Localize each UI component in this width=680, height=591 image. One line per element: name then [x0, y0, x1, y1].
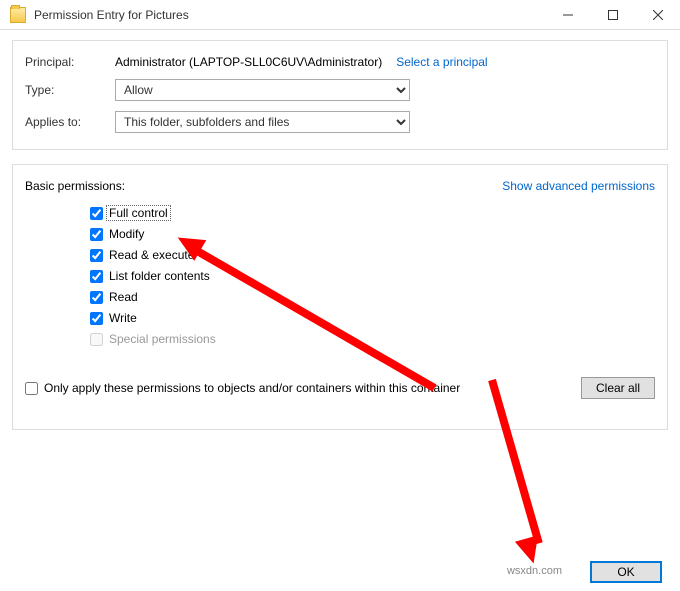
perm-read-execute-label: Read & execute	[109, 248, 194, 262]
applies-select[interactable]: This folder, subfolders and files	[115, 111, 410, 133]
principal-row: Principal: Administrator (LAPTOP-SLL0C6U…	[25, 55, 655, 69]
only-apply-label: Only apply these permissions to objects …	[44, 381, 460, 395]
perm-special-label: Special permissions	[109, 332, 216, 346]
permissions-panel: Basic permissions: Show advanced permiss…	[12, 164, 668, 430]
perm-list-folder-label: List folder contents	[109, 269, 210, 283]
perm-modify: Modify	[90, 224, 655, 244]
perm-read-execute-checkbox[interactable]	[90, 249, 103, 262]
only-apply-checkbox[interactable]	[25, 382, 38, 395]
perm-read-execute: Read & execute	[90, 245, 655, 265]
type-label: Type:	[25, 83, 115, 97]
basic-permissions-heading: Basic permissions:	[25, 179, 125, 193]
title-bar: Permission Entry for Pictures	[0, 0, 680, 30]
window-title: Permission Entry for Pictures	[34, 8, 545, 22]
perm-read: Read	[90, 287, 655, 307]
perm-read-checkbox[interactable]	[90, 291, 103, 304]
perm-full-control-label: Full control	[106, 205, 171, 221]
perm-full-control: Full control	[90, 203, 655, 223]
perm-full-control-checkbox[interactable]	[90, 207, 103, 220]
permissions-list: Full control Modify Read & execute List …	[90, 203, 655, 349]
perm-write-label: Write	[109, 311, 137, 325]
principal-label: Principal:	[25, 55, 115, 69]
close-button[interactable]	[635, 0, 680, 30]
maximize-button[interactable]	[590, 0, 635, 30]
perm-write-checkbox[interactable]	[90, 312, 103, 325]
ok-button[interactable]: OK	[590, 561, 662, 583]
applies-label: Applies to:	[25, 115, 115, 129]
dialog-footer: wsxdn.com OK	[590, 561, 662, 583]
perm-list-folder: List folder contents	[90, 266, 655, 286]
applies-row: Applies to: This folder, subfolders and …	[25, 111, 655, 133]
clear-all-button[interactable]: Clear all	[581, 377, 655, 399]
perm-special: Special permissions	[90, 329, 655, 349]
perm-special-checkbox	[90, 333, 103, 346]
perm-modify-label: Modify	[109, 227, 144, 241]
type-select[interactable]: Allow	[115, 79, 410, 101]
watermark-text: wsxdn.com	[507, 565, 562, 577]
type-row: Type: Allow	[25, 79, 655, 101]
principal-value: Administrator (LAPTOP-SLL0C6UV\Administr…	[115, 55, 382, 69]
only-apply-row: Only apply these permissions to objects …	[25, 377, 655, 399]
minimize-button[interactable]	[545, 0, 590, 30]
folder-icon	[10, 7, 26, 23]
perm-write: Write	[90, 308, 655, 328]
perm-read-label: Read	[109, 290, 138, 304]
perm-list-folder-checkbox[interactable]	[90, 270, 103, 283]
dialog-body: Principal: Administrator (LAPTOP-SLL0C6U…	[0, 30, 680, 440]
advanced-permissions-link[interactable]: Show advanced permissions	[502, 179, 655, 193]
select-principal-link[interactable]: Select a principal	[396, 55, 487, 69]
principal-panel: Principal: Administrator (LAPTOP-SLL0C6U…	[12, 40, 668, 150]
perm-modify-checkbox[interactable]	[90, 228, 103, 241]
